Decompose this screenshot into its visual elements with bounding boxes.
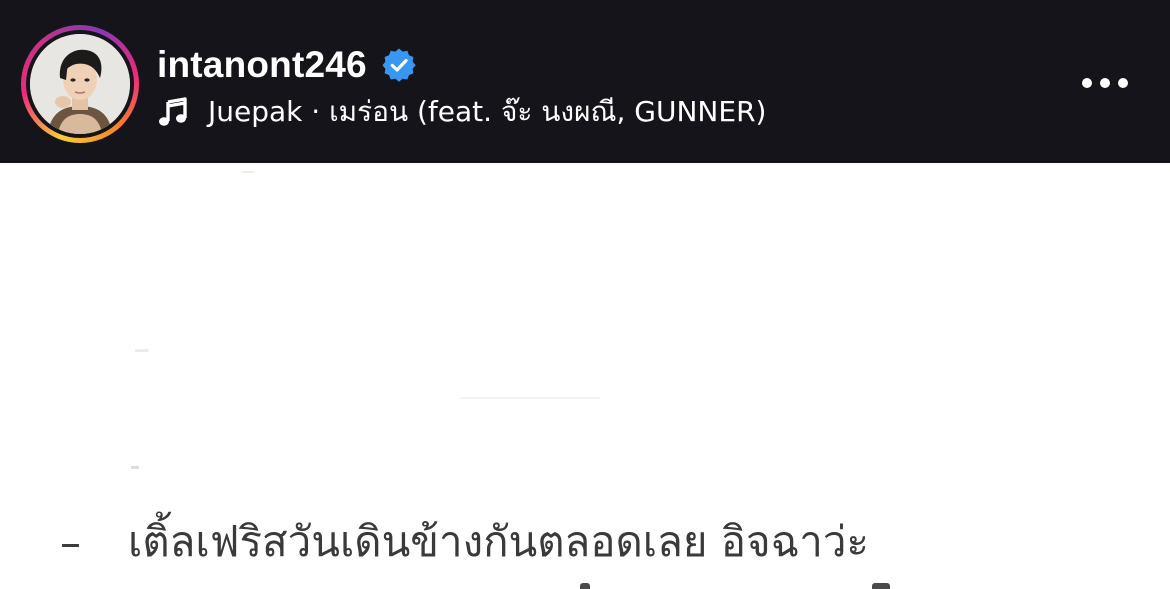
more-options-button[interactable] <box>1075 66 1135 100</box>
music-attribution[interactable]: Juepak · เมร่อน (feat. จ๊ะ นงผณี, GUNNER… <box>157 90 766 134</box>
next-line-peek <box>872 583 890 589</box>
story-content: – เติ้ลเฟริสวันเดินข้างกันตลอดเลย อิจฉาว… <box>0 163 1170 589</box>
next-line-peek <box>580 583 590 589</box>
avatar[interactable] <box>30 34 130 134</box>
verified-badge-icon <box>381 47 417 83</box>
username-row: intanont246 <box>157 40 417 90</box>
story-ring[interactable] <box>21 25 139 143</box>
caption-dash: – <box>60 517 81 567</box>
faint-mark <box>131 466 139 469</box>
more-options-icon <box>1082 78 1128 88</box>
music-note-icon <box>157 96 189 128</box>
music-track-label: Juepak · เมร่อน (feat. จ๊ะ นงผณี, GUNNER… <box>208 95 767 128</box>
caption-text: เติ้ลเฟริสวันเดินข้างกันตลอดเลย อิจฉาว่ะ <box>128 517 869 566</box>
faint-mark <box>135 349 149 352</box>
story-header: intanont246 Juepak · เมร่อน (feat. จ๊ะ น… <box>0 0 1170 163</box>
story-viewer: intanont246 Juepak · เมร่อน (feat. จ๊ะ น… <box>0 0 1170 589</box>
username[interactable]: intanont246 <box>157 44 367 86</box>
caption-line: – เติ้ลเฟริสวันเดินข้างกันตลอดเลย อิจฉาว… <box>60 507 869 577</box>
faint-mark <box>460 397 600 399</box>
faint-mark <box>242 171 254 173</box>
